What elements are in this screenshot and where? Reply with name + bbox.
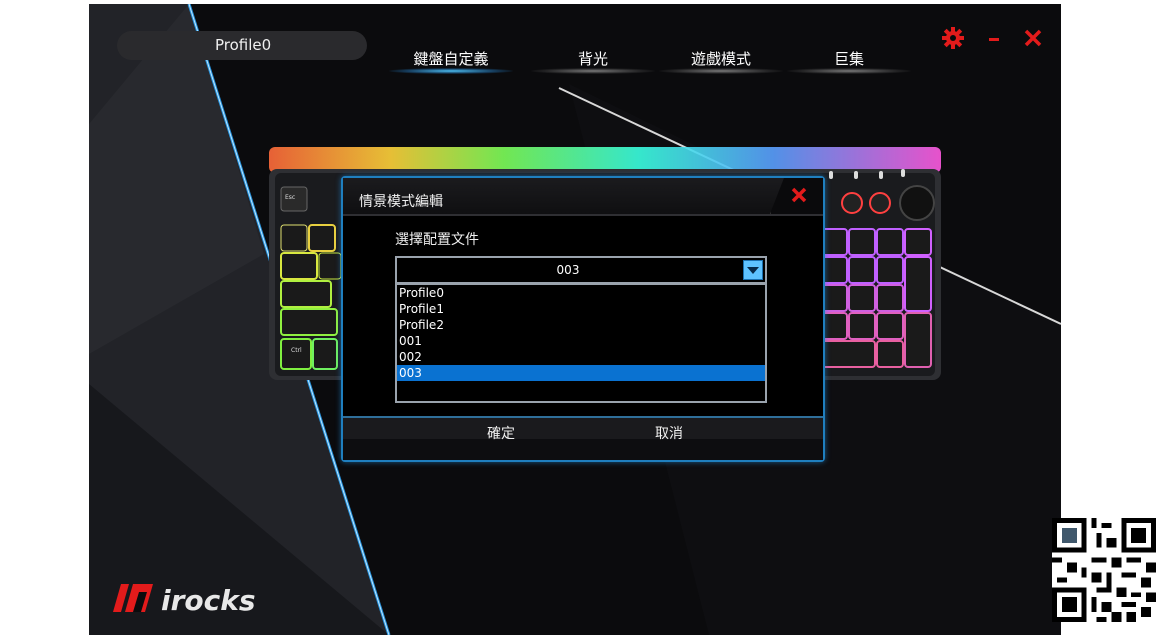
close-icon: [1024, 29, 1042, 47]
confirm-button[interactable]: 確定: [461, 423, 541, 445]
profile-name: Profile0: [215, 36, 272, 54]
tab-underline: [389, 68, 513, 74]
minimize-button[interactable]: [982, 26, 1006, 50]
minimize-icon: [989, 38, 999, 41]
tab-label: 遊戲模式: [690, 50, 751, 68]
dropdown-option-profile1[interactable]: Profile1: [397, 301, 765, 317]
tab-underline: [659, 68, 783, 74]
tab-game-mode[interactable]: 遊戲模式: [659, 48, 783, 74]
close-button[interactable]: [1021, 26, 1045, 50]
esc-key-label: Esc: [285, 194, 295, 201]
dialog-footer: 確定 取消: [343, 416, 823, 460]
irocks-logo: irocks: [113, 584, 256, 616]
profile-option-list: Profile0 Profile1 Profile2 001 002 003: [395, 284, 767, 403]
app-window: Profile0 鍵盤自定義 背光 遊戲模式 巨集 Esc Ctrl irock…: [89, 4, 1061, 635]
select-profile-label: 選擇配置文件: [395, 232, 479, 248]
dropdown-option-003[interactable]: 003: [397, 365, 765, 381]
scene-mode-edit-dialog: 情景模式編輯 選擇配置文件 003 Profile0 Profile1 Prof…: [341, 176, 825, 462]
cancel-button[interactable]: 取消: [629, 423, 709, 445]
tab-label: 背光: [577, 50, 608, 68]
dialog-close-button[interactable]: [770, 178, 823, 214]
ctrl-key-label: Ctrl: [291, 347, 302, 354]
gear-icon: [942, 27, 964, 49]
dropdown-option-profile0[interactable]: Profile0: [397, 285, 765, 301]
dialog-title: 情景模式編輯: [359, 194, 443, 210]
tab-underline: [531, 68, 655, 74]
profile-name-display[interactable]: Profile0: [117, 31, 367, 60]
dropdown-option-002[interactable]: 002: [397, 349, 765, 365]
close-icon: [791, 187, 807, 203]
dropdown-option-001[interactable]: 001: [397, 333, 765, 349]
settings-button[interactable]: [941, 26, 965, 50]
tab-macro[interactable]: 巨集: [787, 48, 911, 74]
profile-dropdown[interactable]: 003: [395, 256, 767, 284]
tab-keyboard-customize[interactable]: 鍵盤自定義: [389, 48, 513, 74]
qr-code: [1052, 518, 1156, 622]
tab-backlight[interactable]: 背光: [531, 48, 655, 74]
dropdown-toggle[interactable]: [743, 260, 763, 280]
tab-underline: [787, 68, 911, 74]
dropdown-option-profile2[interactable]: Profile2: [397, 317, 765, 333]
tab-label: 鍵盤自定義: [413, 50, 489, 68]
chevron-down-icon: [747, 267, 759, 274]
tab-label: 巨集: [833, 50, 864, 68]
logo-text: irocks: [161, 584, 256, 616]
dialog-title-bar: 情景模式編輯: [343, 178, 823, 216]
dropdown-selected-value: 003: [556, 263, 580, 277]
